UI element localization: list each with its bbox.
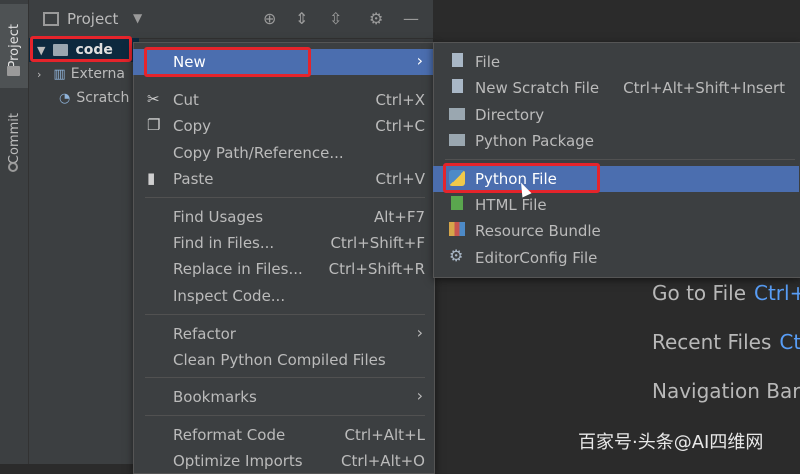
menu-item-label: Clean Python Compiled Files [173,351,386,369]
tree-item-label: Externa [70,66,125,82]
expand-all-icon[interactable]: ⇕ [295,9,308,28]
project-panel-header: Project ▼ ⊕ ⇕ ⇳ ⚙ — [29,0,433,39]
file-icon [452,53,463,67]
menu-item-inspect-code[interactable]: Inspect Code... [133,283,433,309]
folder-icon [7,66,20,76]
package-icon [449,134,465,146]
watermark-text: 百家号·头条@AI四维网 [578,432,764,453]
menu-item-label: Reformat Code [173,426,286,444]
commit-icon [8,162,18,172]
hint-navigation-bar: Navigation Bar [652,379,800,403]
highlight-box-code [30,36,132,62]
submenu-item-editorconfig[interactable]: ⚙ EditorConfig File [433,245,799,271]
menu-item-bookmarks[interactable]: Bookmarks › [133,384,433,410]
resource-bundle-icon [449,222,465,236]
menu-item-label: Find Usages [173,208,264,226]
menu-item-copy-path[interactable]: Copy Path/Reference... [133,140,433,166]
menu-item-shortcut: Ctrl+Alt+O [341,452,425,470]
submenu-item-label: HTML File [475,196,547,214]
locate-icon[interactable]: ⊕ [263,9,276,28]
menu-item-copy[interactable]: ❐ Copy Ctrl+C [133,113,433,139]
submenu-item-new-scratch[interactable]: New Scratch File Ctrl+Alt+Shift+Insert [433,75,799,101]
menu-item-replace-in-files[interactable]: Replace in Files... Ctrl+Shift+R [133,256,433,282]
hide-icon[interactable]: — [403,9,419,28]
menu-item-shortcut: Ctrl+Alt+L [344,426,426,444]
menu-item-clean-compiled[interactable]: Clean Python Compiled Files [133,347,433,373]
commit-tab-label: Commit [6,113,22,165]
gear-icon: ⚙ [449,246,464,265]
copy-icon: ❐ [147,116,161,134]
chevron-right-icon: › [416,51,423,70]
submenu-item-label: Directory [475,106,545,124]
chevron-down-icon[interactable]: ▼ [133,11,142,25]
submenu-item-label: New Scratch File [475,79,600,97]
menu-item-shortcut: Alt+F7 [373,208,425,226]
menu-separator [145,377,425,378]
highlight-box-new [144,47,311,77]
menu-separator [145,197,425,198]
submenu-item-label: EditorConfig File [475,249,598,267]
hint-label: Go to File [652,281,746,305]
menu-item-shortcut: Ctrl+X [375,91,425,109]
gear-icon[interactable]: ⚙ [369,9,383,28]
menu-item-label: Inspect Code... [173,287,286,305]
submenu-item-label: Python Package [475,132,594,150]
menu-item-label: Find in Files... [173,234,275,252]
tool-window-strip: Project Commit [0,0,29,464]
menu-item-label: Refactor [173,325,236,343]
hint-label: Navigation Bar [652,379,800,403]
submenu-item-label: Resource Bundle [475,222,601,240]
menu-separator [145,415,425,416]
folder-icon [449,108,465,120]
menu-item-shortcut: Ctrl+V [375,170,425,188]
scratch-file-icon [452,79,463,93]
submenu-item-label: File [475,53,501,71]
menu-item-find-usages[interactable]: Find Usages Alt+F7 [133,204,433,230]
chevron-right-icon: › [416,386,423,405]
menu-item-paste[interactable]: ▮ Paste Ctrl+V [133,166,433,192]
menu-item-find-in-files[interactable]: Find in Files... Ctrl+Shift+F [133,230,433,256]
menu-item-refactor[interactable]: Refactor › [133,321,433,347]
tree-item-scratches[interactable]: ◔ Scratch [29,86,139,110]
chevron-right-icon: › [416,323,423,342]
menu-item-label: Copy Path/Reference... [173,144,344,162]
submenu-item-python-package[interactable]: Python Package [433,128,799,154]
submenu-item-html-file[interactable]: HTML File [433,192,799,218]
tree-item-external-libraries[interactable]: › ▥ Externa [29,62,139,86]
hint-recent-files: Recent Files Ct [652,330,800,354]
menu-separator [145,314,425,315]
submenu-item-shortcut: Ctrl+Alt+Shift+Insert [623,79,785,97]
hint-label: Recent Files [652,330,772,354]
html-file-icon [451,196,463,210]
menu-item-label: Bookmarks [173,388,257,406]
menu-item-shortcut: Ctrl+Shift+R [328,260,425,278]
hint-go-to-file: Go to File Ctrl+ [652,281,800,305]
library-icon: ▥ [53,66,66,82]
menu-item-cut[interactable]: ✂ Cut Ctrl+X [133,87,433,113]
menu-item-shortcut: Ctrl+C [375,117,425,135]
menu-item-label: Cut [173,91,199,109]
hint-shortcut: Ctrl+ [754,281,800,305]
chevron-right-icon: › [37,67,42,81]
submenu-item-file[interactable]: File [433,49,799,75]
menu-item-label: Copy [173,117,212,135]
submenu-item-resource-bundle[interactable]: Resource Bundle [433,218,799,244]
menu-item-reformat-code[interactable]: Reformat Code Ctrl+Alt+L [133,422,433,448]
scratches-icon: ◔ [59,90,71,106]
menu-item-label: Optimize Imports [173,452,303,470]
scissors-icon: ✂ [147,90,160,108]
menu-item-label: Replace in Files... [173,260,303,278]
clipboard-icon: ▮ [147,169,156,187]
project-tab-label: Project [6,23,22,69]
hint-shortcut: Ct [779,330,800,354]
collapse-all-icon[interactable]: ⇳ [329,9,342,28]
menu-item-optimize-imports[interactable]: Optimize Imports Ctrl+Alt+O [133,448,433,474]
menu-item-shortcut: Ctrl+Shift+F [330,234,425,252]
tree-item-label: Scratch [76,90,130,106]
project-view-icon [43,12,59,26]
panel-title: Project [67,10,119,28]
submenu-item-directory[interactable]: Directory [433,102,799,128]
menu-item-label: Paste [173,170,214,188]
submenu-separator [445,159,795,160]
